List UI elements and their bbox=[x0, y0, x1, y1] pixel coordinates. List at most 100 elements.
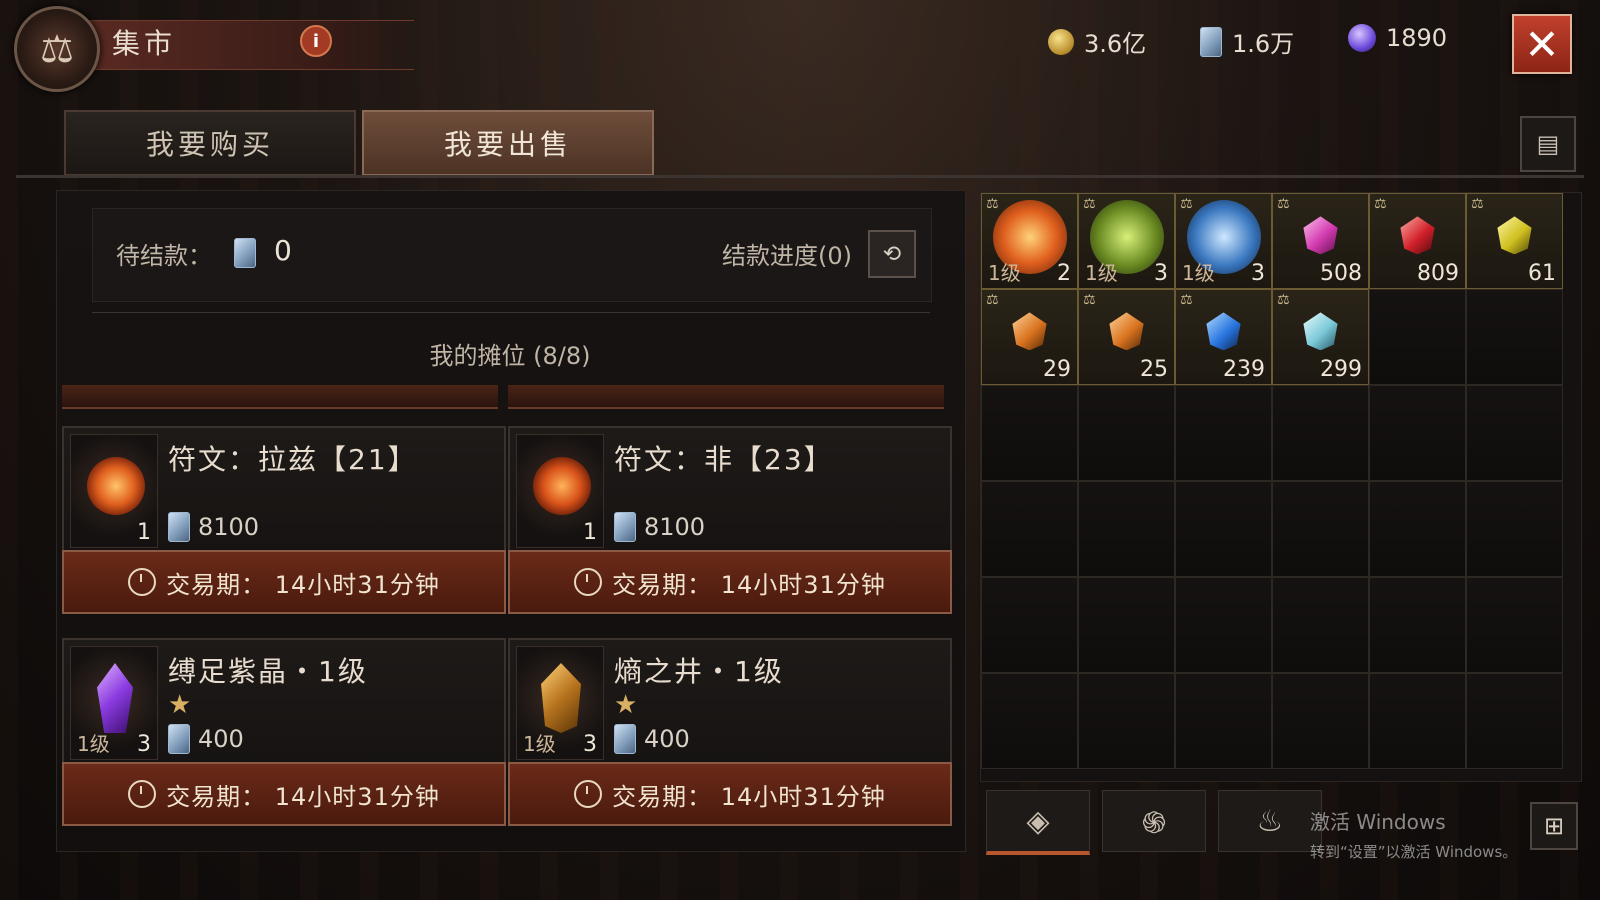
scales-emblem-icon: ⚖ bbox=[14, 6, 100, 92]
listing-price: 8100 bbox=[614, 512, 705, 542]
separator bbox=[92, 312, 930, 313]
diamond-icon bbox=[1303, 312, 1338, 351]
inventory-slot[interactable]: ⚖ 1级 3 bbox=[1175, 193, 1272, 289]
listing-price-value: 8100 bbox=[644, 513, 706, 541]
inventory-slot-empty[interactable] bbox=[981, 577, 1078, 673]
inventory-slot-empty[interactable] bbox=[1369, 289, 1466, 385]
watermark-line2: 转到“设置”以激活 Windows。 bbox=[1310, 843, 1518, 861]
listing-price: 400 bbox=[168, 724, 244, 754]
listing-card-2[interactable]: 1 符文：非【23】 8100 bbox=[508, 426, 952, 554]
slot-qty: 61 bbox=[1528, 261, 1556, 286]
listing-timer-2[interactable]: 交易期： 14小时31分钟 bbox=[508, 550, 952, 614]
inventory-slot-empty[interactable] bbox=[1369, 481, 1466, 577]
listing-timer-1[interactable]: 交易期： 14小时31分钟 bbox=[62, 550, 506, 614]
inventory-slot-empty[interactable] bbox=[1272, 385, 1369, 481]
gold-coin-icon bbox=[1048, 28, 1074, 55]
inventory-slot-empty[interactable] bbox=[1272, 577, 1369, 673]
tab-buy[interactable]: 我要购买 bbox=[64, 110, 356, 176]
inventory-slot-empty[interactable] bbox=[1369, 577, 1466, 673]
inventory-slot[interactable]: ⚖ 25 bbox=[1078, 289, 1175, 385]
tab-sell[interactable]: 我要出售 bbox=[362, 110, 654, 176]
listing-timer-4[interactable]: 交易期： 14小时31分钟 bbox=[508, 762, 952, 826]
currency-orb-value: 1890 bbox=[1386, 24, 1448, 52]
market-title-plate: ⚖ bbox=[14, 6, 434, 92]
clock-icon bbox=[574, 780, 603, 808]
inventory-slot-empty[interactable] bbox=[981, 673, 1078, 769]
slot-level: 1级 bbox=[988, 261, 1021, 285]
inventory-slot-empty[interactable] bbox=[1175, 577, 1272, 673]
listing-price: 8100 bbox=[168, 512, 259, 542]
listing-qty: 3 bbox=[583, 732, 597, 757]
inventory-slot-empty[interactable] bbox=[1466, 289, 1563, 385]
inventory-slot[interactable]: ⚖ 1级 3 bbox=[1078, 193, 1175, 289]
listing-price-value: 400 bbox=[644, 725, 690, 753]
slot-qty: 29 bbox=[1043, 357, 1071, 382]
platinum-scroll-icon bbox=[168, 512, 190, 542]
watermark-line1: 激活 Windows bbox=[1310, 810, 1446, 834]
amber-gem-icon bbox=[1012, 312, 1047, 351]
inventory-slot[interactable]: ⚖ 61 bbox=[1466, 193, 1563, 289]
stall-strip bbox=[62, 385, 498, 409]
category-runes-icon[interactable]: ֍ bbox=[1102, 790, 1206, 852]
listing-name: 熵之井・1级 bbox=[614, 655, 784, 688]
inventory-slot-empty[interactable] bbox=[1175, 385, 1272, 481]
tradable-icon: ⚖ bbox=[1180, 292, 1193, 308]
star-icon: ★ bbox=[168, 690, 192, 720]
listing-card-4[interactable]: 1级 3 熵之井・1级 ★ 400 bbox=[508, 638, 952, 766]
inventory-slot[interactable]: ⚖ 809 bbox=[1369, 193, 1466, 289]
rune-glyph bbox=[533, 457, 591, 515]
tradable-icon: ⚖ bbox=[1083, 196, 1096, 212]
inventory-slot-empty[interactable] bbox=[1369, 673, 1466, 769]
inventory-slot-empty[interactable] bbox=[1078, 577, 1175, 673]
timer-text: 交易期： 14小时31分钟 bbox=[166, 782, 440, 811]
listing-name: 缚足紫晶・1级 bbox=[168, 655, 368, 688]
listing-card-3[interactable]: 1级 3 缚足紫晶・1级 ★ 400 bbox=[62, 638, 506, 766]
inventory-slot-empty[interactable] bbox=[1078, 481, 1175, 577]
stall-title: 我的摊位 (8/8) bbox=[429, 342, 591, 370]
pink-gem-icon bbox=[1303, 216, 1338, 255]
inventory-slot-empty[interactable] bbox=[981, 481, 1078, 577]
slot-level: 1级 bbox=[1085, 261, 1118, 285]
tradable-icon: ⚖ bbox=[1083, 292, 1096, 308]
windows-activation-watermark: 激活 Windows 转到“设置”以激活 Windows。 bbox=[1310, 806, 1517, 862]
inventory-slot-empty[interactable] bbox=[981, 385, 1078, 481]
inventory-slot-empty[interactable] bbox=[1078, 673, 1175, 769]
listing-price: 400 bbox=[614, 724, 690, 754]
listing-price-value: 400 bbox=[198, 725, 244, 753]
settlement-history-icon[interactable]: ⟲ bbox=[868, 230, 916, 278]
star-icon: ★ bbox=[614, 690, 638, 720]
inventory-slot-empty[interactable] bbox=[1466, 385, 1563, 481]
inventory-slot-empty[interactable] bbox=[1466, 577, 1563, 673]
timer-text: 交易期： 14小时31分钟 bbox=[166, 570, 440, 599]
tradable-icon: ⚖ bbox=[1277, 292, 1290, 308]
pending-value: 0 bbox=[274, 234, 292, 267]
platinum-scroll-icon bbox=[1200, 26, 1222, 57]
inventory-slot-empty[interactable] bbox=[1369, 385, 1466, 481]
inventory-slot-empty[interactable] bbox=[1175, 673, 1272, 769]
inventory-slot[interactable]: ⚖ 1级 2 bbox=[981, 193, 1078, 289]
ledger-icon[interactable]: ▤ bbox=[1520, 116, 1576, 172]
inventory-slot-empty[interactable] bbox=[1272, 481, 1369, 577]
inventory-slot-empty[interactable] bbox=[1175, 481, 1272, 577]
inventory-slot-empty[interactable] bbox=[1272, 673, 1369, 769]
clock-icon bbox=[128, 780, 157, 808]
info-icon[interactable]: i bbox=[300, 25, 332, 57]
inventory-slot-empty[interactable] bbox=[1466, 481, 1563, 577]
inventory-slot[interactable]: ⚖ 508 bbox=[1272, 193, 1369, 289]
inventory-slot[interactable]: ⚖ 299 bbox=[1272, 289, 1369, 385]
settlement-progress-label: 结款进度(0) bbox=[722, 242, 852, 270]
inventory-slot-empty[interactable] bbox=[1466, 673, 1563, 769]
close-button[interactable]: ✕ bbox=[1512, 14, 1572, 74]
inventory-slot-empty[interactable] bbox=[1078, 385, 1175, 481]
listing-qty: 3 bbox=[137, 732, 151, 757]
listing-name: 符文：拉兹【21】 bbox=[168, 443, 418, 476]
listing-card-1[interactable]: 1 符文：拉兹【21】 8100 bbox=[62, 426, 506, 554]
category-gems-icon[interactable]: ◈ bbox=[986, 790, 1090, 855]
category-materials-icon[interactable]: ♨ bbox=[1218, 790, 1322, 852]
grid-view-icon[interactable]: ⊞ bbox=[1530, 802, 1578, 850]
rune-fey-icon: 1 bbox=[516, 434, 604, 548]
page-title: 集市 bbox=[112, 27, 177, 60]
inventory-slot[interactable]: ⚖ 239 bbox=[1175, 289, 1272, 385]
inventory-slot[interactable]: ⚖ 29 bbox=[981, 289, 1078, 385]
listing-timer-3[interactable]: 交易期： 14小时31分钟 bbox=[62, 762, 506, 826]
